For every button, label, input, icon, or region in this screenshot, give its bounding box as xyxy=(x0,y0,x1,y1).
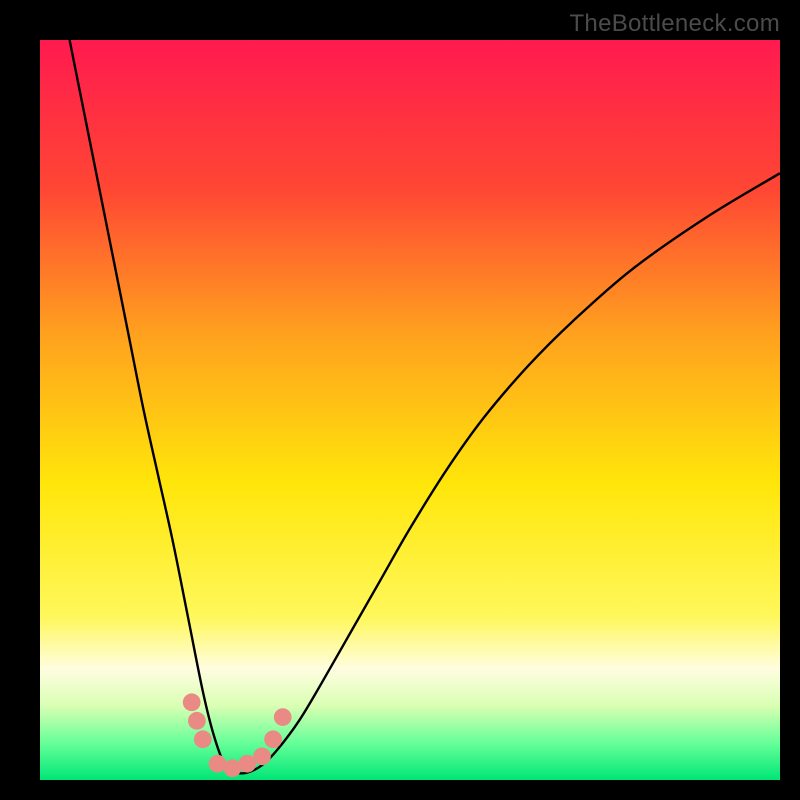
curve-layer xyxy=(40,40,780,780)
optimal-dot xyxy=(194,730,212,748)
optimal-dot xyxy=(274,708,292,726)
optimal-dot xyxy=(264,730,282,748)
optimal-markers xyxy=(183,693,292,777)
optimal-dot xyxy=(253,747,271,765)
optimal-dot xyxy=(183,693,201,711)
optimal-dot xyxy=(188,712,206,730)
watermark-label: TheBottleneck.com xyxy=(569,10,780,38)
bottleneck-curve xyxy=(70,40,780,774)
plot-area xyxy=(40,40,780,780)
chart-frame: TheBottleneck.com xyxy=(0,0,800,800)
